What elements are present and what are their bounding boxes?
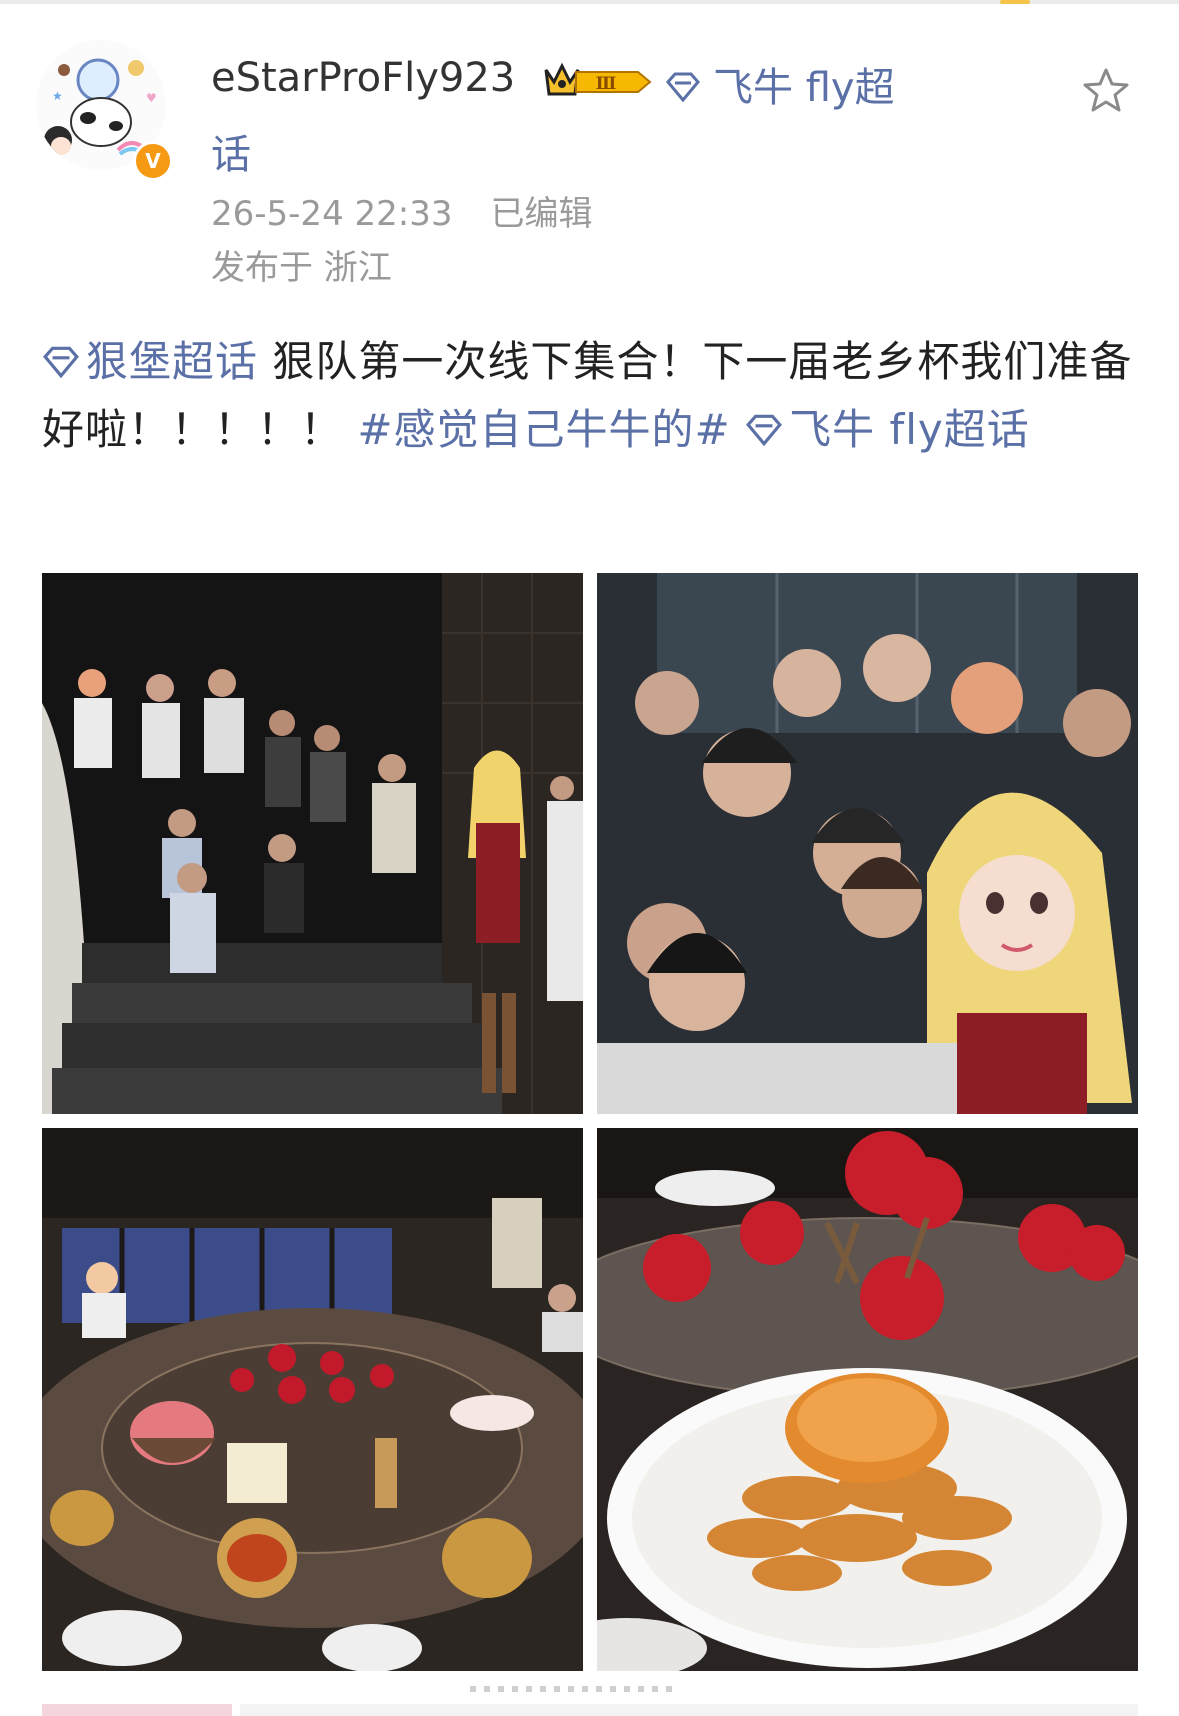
verified-badge-icon: V (133, 141, 173, 181)
post-text: 狠堡超话 狠队第一次线下集合！下一届老乡杯我们准备好啦！！！！！ #感觉自己牛牛… (42, 328, 1142, 464)
level-badge: Ⅲ (596, 74, 617, 94)
diamond-icon (43, 346, 79, 379)
supertopic-link-2[interactable]: 飞牛 fly超话 (745, 405, 1030, 454)
username[interactable]: eStarProFly923 (211, 55, 515, 101)
image-loading-dots (470, 1686, 672, 1692)
top-accent (1000, 0, 1030, 4)
photo-crab-dish[interactable] (597, 1128, 1138, 1671)
photo-banquet-table[interactable] (42, 1128, 583, 1671)
hashtag-link[interactable]: #感觉自己牛牛的# (357, 405, 730, 454)
supertopic-link-inline[interactable]: 飞牛 fly超 (665, 55, 895, 113)
edited-label[interactable]: 已编辑 (491, 194, 593, 234)
svg-text:♥: ♥ (146, 91, 157, 105)
timestamp: 26-5-24 22:33 (211, 194, 453, 234)
svg-text:★: ★ (52, 89, 63, 103)
star-outline-icon[interactable] (1081, 66, 1131, 116)
photo-group-selfie[interactable] (597, 573, 1138, 1114)
supertopic-label-2: 飞牛 fly超话 (789, 405, 1030, 454)
next-item-divider (240, 1704, 1138, 1716)
location: 发布于 浙江 (211, 248, 392, 288)
crown-icon: Ⅲ (544, 62, 652, 96)
diamond-icon (666, 72, 700, 103)
supertopic-label-continued[interactable]: 话 (211, 122, 251, 180)
supertopic-link-1[interactable]: 狠堡超话 (42, 337, 258, 386)
post-meta: 26-5-24 22:33 已编辑 (211, 186, 593, 235)
supertopic-label-1: 狠堡超话 (86, 337, 259, 386)
next-item-thumbnail (42, 1704, 232, 1716)
photo-group-stairs[interactable] (42, 573, 583, 1114)
supertopic-label: 飞牛 fly超 (713, 65, 895, 111)
diamond-icon (746, 414, 783, 447)
